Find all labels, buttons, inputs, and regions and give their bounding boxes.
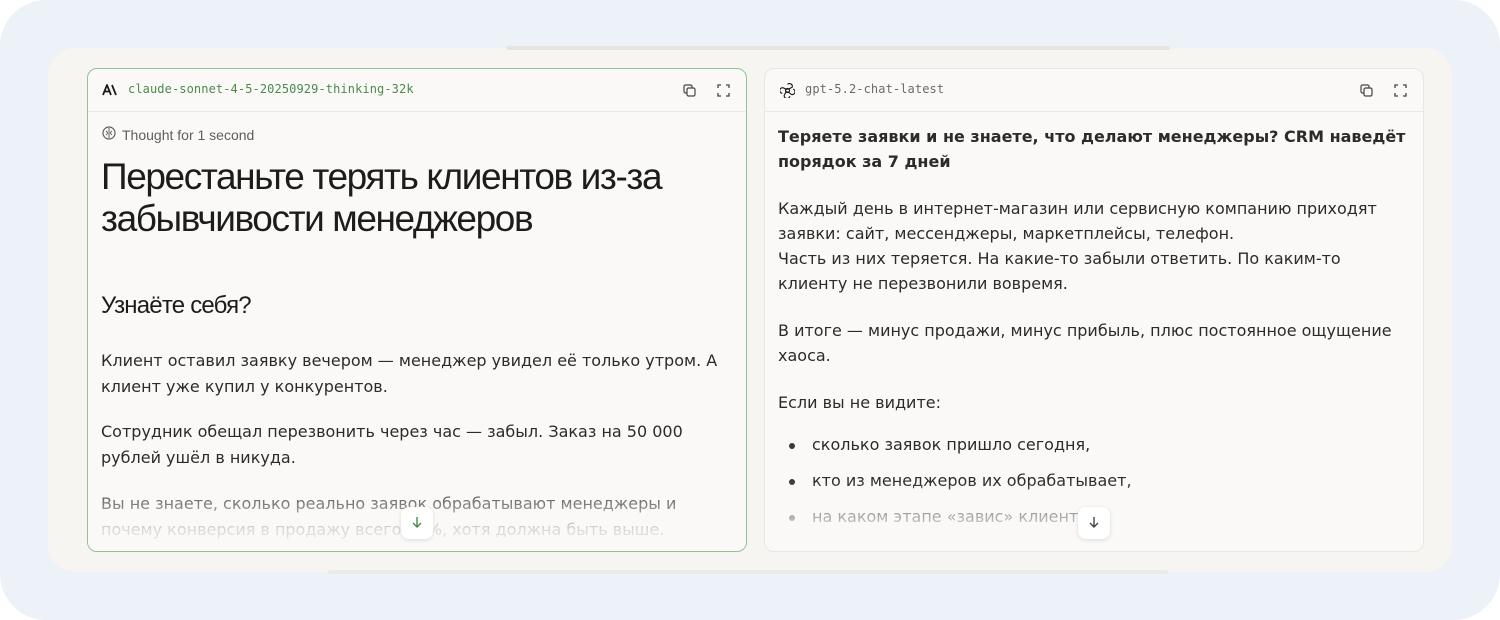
paragraph: Сотрудник обещал перезвонить через час —… <box>101 422 683 467</box>
comparison-stage: claude-sonnet-4-5-20250929-thinking-32k … <box>48 46 1452 574</box>
expand-icon[interactable] <box>714 81 732 99</box>
response-heading: Теряете заявки и не знаете, что делают м… <box>778 127 1406 171</box>
left-response-panel: claude-sonnet-4-5-20250929-thinking-32k … <box>87 68 747 552</box>
bottom-edge <box>328 570 1168 574</box>
right-response-panel: gpt-5.2-chat-latest Теряете заявки и не … <box>764 68 1424 552</box>
right-model-name: gpt-5.2-chat-latest <box>805 82 945 96</box>
right-panel-header: gpt-5.2-chat-latest <box>765 69 1423 112</box>
anthropic-logo-icon <box>102 82 118 98</box>
scroll-down-button[interactable] <box>401 507 433 539</box>
copy-icon[interactable] <box>680 81 698 99</box>
paragraph: Если вы не видите: <box>778 393 941 412</box>
copy-icon[interactable] <box>1357 81 1375 99</box>
left-model-name: claude-sonnet-4-5-20250929-thinking-32k <box>128 82 414 96</box>
arrow-down-icon <box>1087 514 1101 533</box>
left-panel-header: claude-sonnet-4-5-20250929-thinking-32k <box>88 69 746 112</box>
list-item: сколько заявок пришло сегодня, <box>778 432 1398 468</box>
expand-icon[interactable] <box>1391 81 1409 99</box>
app-background: claude-sonnet-4-5-20250929-thinking-32k … <box>0 0 1500 620</box>
top-edge <box>506 46 1170 50</box>
openai-logo-icon <box>779 82 795 98</box>
paragraph: Клиент оставил заявку вечером — менеджер… <box>101 351 718 396</box>
left-panel-body: Thought for 1 second Перестаньте терять … <box>88 112 746 551</box>
thought-label: Thought for 1 second <box>122 126 255 143</box>
scroll-down-button[interactable] <box>1078 507 1110 539</box>
response-subheading: Узнаёте себя? <box>101 292 252 319</box>
paragraph: В итоге — минус продажи, минус прибыль, … <box>778 321 1392 365</box>
arrow-down-icon <box>410 514 424 533</box>
paragraph: Каждый день в интернет-магазин или серви… <box>778 199 1377 243</box>
right-panel-body: Теряете заявки и не знаете, что делают м… <box>765 112 1423 551</box>
paragraph: Часть из них теряется. На какие-то забыл… <box>778 249 1341 293</box>
response-heading: Перестаньте терять клиентов из-за забывч… <box>101 156 663 239</box>
list-item: кто из менеджеров их обрабатывает, <box>778 468 1398 504</box>
brain-icon <box>102 126 116 143</box>
thought-indicator[interactable]: Thought for 1 second <box>102 126 254 143</box>
